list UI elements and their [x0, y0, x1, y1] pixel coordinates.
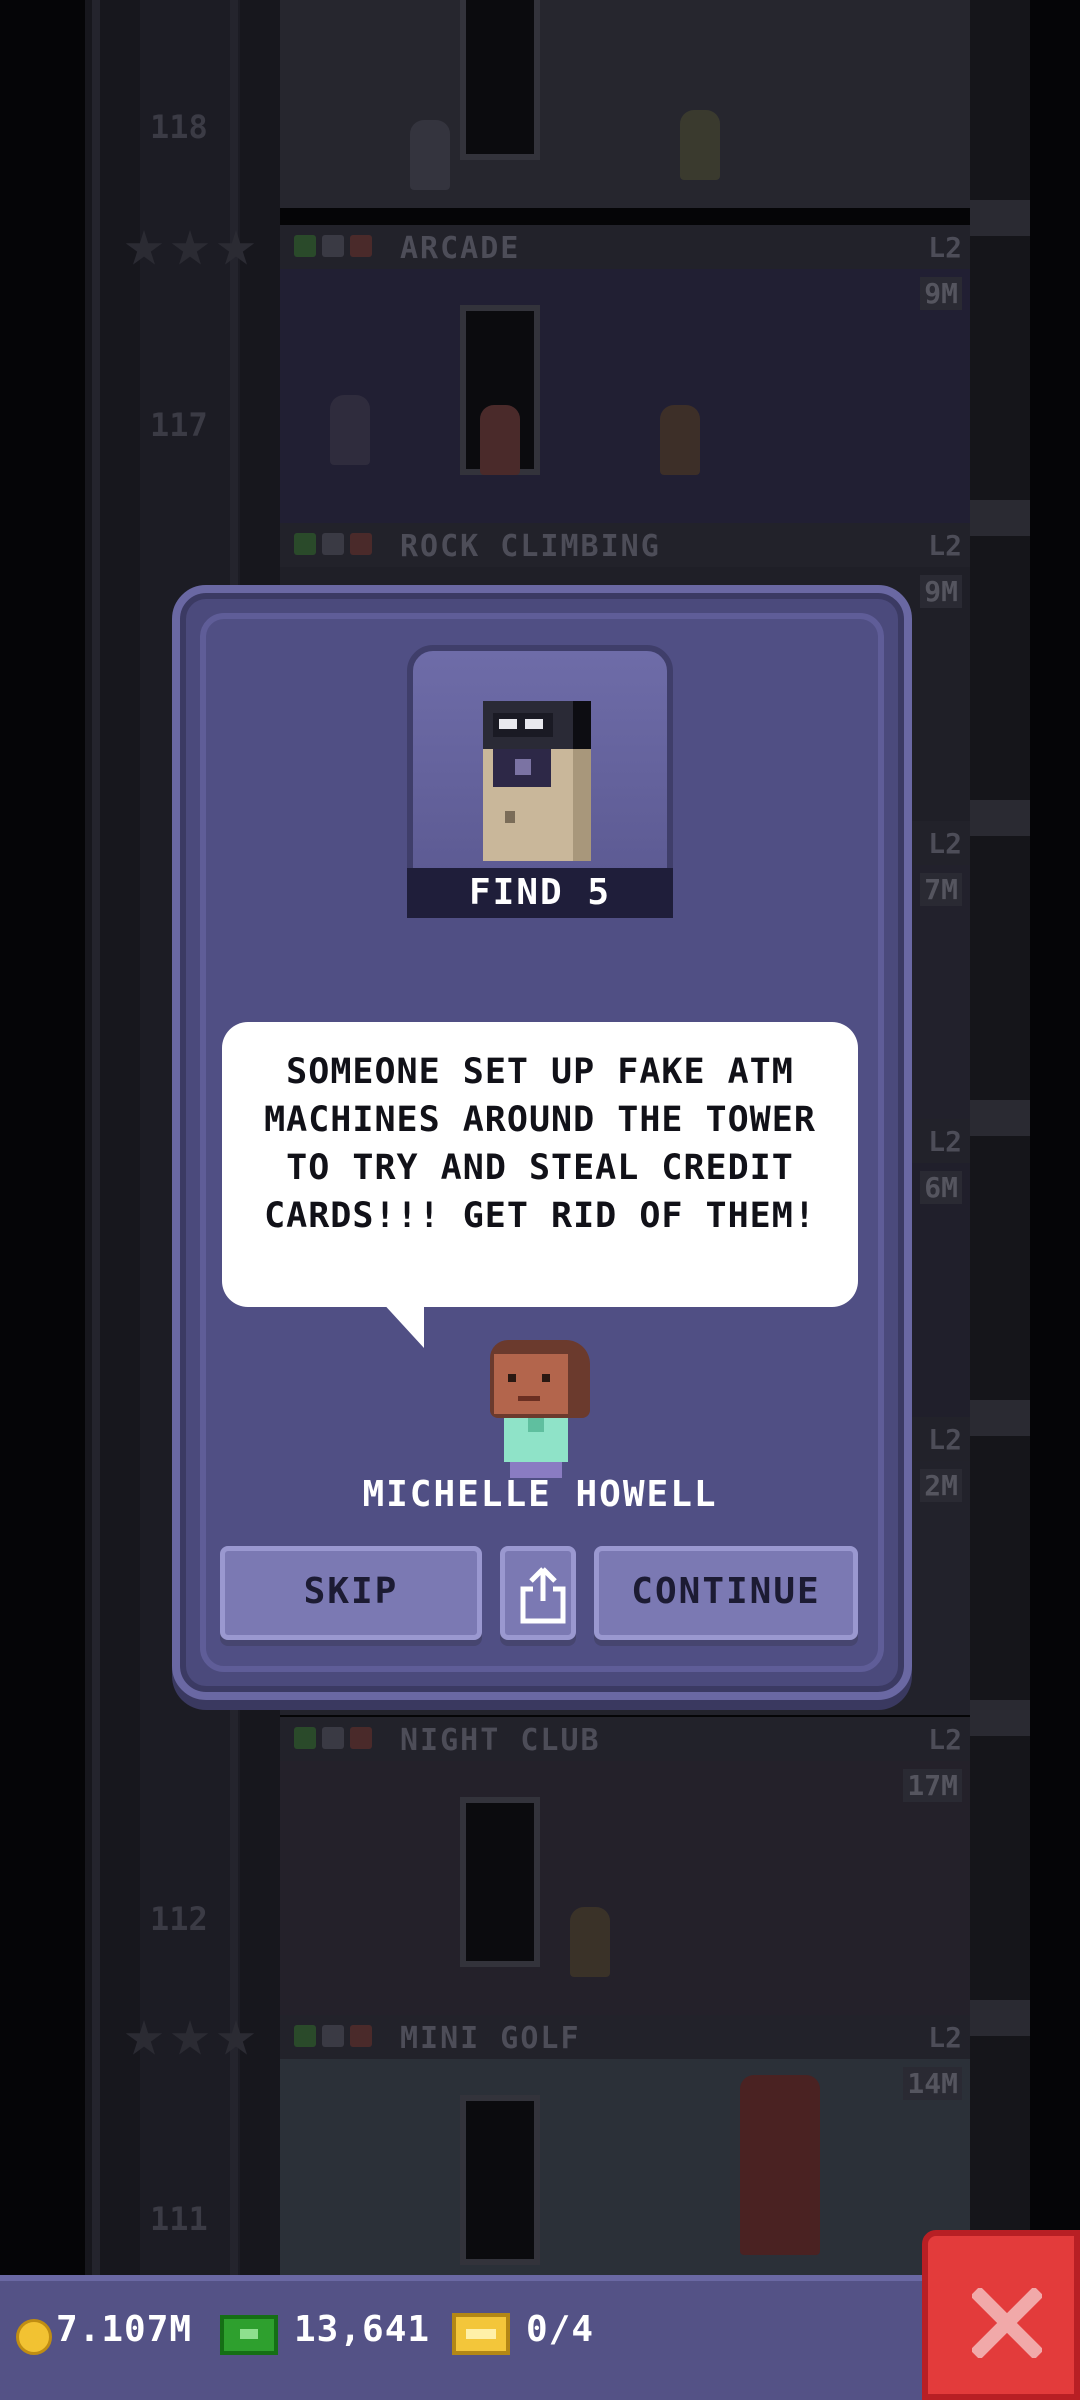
tickets-count: 0/4 — [526, 2309, 595, 2350]
floor-level: L2 — [928, 2021, 962, 2054]
floor-118[interactable] — [280, 0, 970, 208]
mission-goal-label: FIND 5 — [407, 868, 673, 918]
floor-cost: 9M — [920, 575, 962, 608]
tower-bux-icon — [220, 2315, 278, 2355]
floor-header: MINI GOLF L2 — [280, 2015, 970, 2059]
resident — [680, 110, 720, 180]
floor-level: L2 — [928, 1723, 962, 1756]
resource-bar: 7.107M 13,641 0/4 — [0, 2275, 1080, 2400]
floor-level: L2 — [928, 1125, 962, 1158]
floor-header: NIGHT CLUB L2 — [280, 1717, 970, 1761]
floor-cost: 17M — [903, 1769, 962, 1802]
floor-name: ROCK CLIMBING — [400, 529, 661, 564]
shaft-rail — [92, 0, 100, 2275]
floor-mini-golf[interactable]: MINI GOLF L2 14M — [280, 2015, 970, 2313]
floor-night-club[interactable]: NIGHT CLUB L2 17M — [280, 1717, 970, 2015]
speech-bubble-tail — [380, 1300, 424, 1348]
resident — [480, 405, 520, 475]
share-button[interactable] — [500, 1546, 576, 1640]
floor-level: L2 — [928, 827, 962, 860]
close-x-icon — [972, 2288, 1042, 2358]
tower-right-rail — [970, 0, 1030, 2275]
floor-cost: 6M — [920, 1171, 962, 1204]
close-button[interactable] — [922, 2230, 1080, 2400]
floor-header: ROCK CLIMBING L2 — [280, 523, 970, 567]
floor-name: ARCADE — [400, 231, 521, 266]
ticket-icon — [452, 2313, 510, 2355]
arcade-cabinet — [330, 395, 370, 465]
floor-level: L2 — [928, 1423, 962, 1456]
speech-bubble: SOMEONE SET UP FAKE ATM MACHINES AROUND … — [222, 1022, 858, 1307]
resident — [570, 1907, 610, 1977]
continue-button[interactable]: CONTINUE — [594, 1546, 858, 1640]
coin-icon — [16, 2319, 52, 2355]
skip-button[interactable]: SKIP — [220, 1546, 482, 1640]
floor-stars — [125, 2020, 263, 2062]
bux-count: 13,641 — [294, 2309, 431, 2350]
floor-number: 117 — [150, 406, 208, 444]
floor-door — [460, 0, 540, 160]
floor-number: 112 — [150, 1900, 208, 1938]
floor-cost: 14M — [903, 2067, 962, 2100]
floor-door — [460, 2095, 540, 2265]
floor-number: 118 — [150, 108, 208, 146]
floor-number: 111 — [150, 2200, 208, 2238]
floor-name: NIGHT CLUB — [400, 1723, 601, 1758]
floor-level: L2 — [928, 529, 962, 562]
floor-cost: 9M — [920, 277, 962, 310]
floor-arcade[interactable]: ARCADE L2 9M — [280, 225, 970, 523]
floor-stars — [125, 230, 263, 272]
floor-door — [460, 1797, 540, 1967]
floor-level: L2 — [928, 231, 962, 264]
resident — [660, 405, 700, 475]
coins-count: 7.107M — [56, 2309, 193, 2350]
floor-cost: 2M — [920, 1469, 962, 1502]
floor-header: ARCADE L2 — [280, 225, 970, 269]
character-name: MICHELLE HOWELL — [362, 1474, 718, 1515]
share-icon — [520, 1567, 566, 1624]
windmill — [740, 2075, 820, 2255]
floor-name: MINI GOLF — [400, 2021, 581, 2056]
resident — [410, 120, 450, 190]
character-avatar — [490, 1340, 590, 1480]
atm-machine-icon — [483, 701, 591, 861]
floor-cost: 7M — [920, 873, 962, 906]
